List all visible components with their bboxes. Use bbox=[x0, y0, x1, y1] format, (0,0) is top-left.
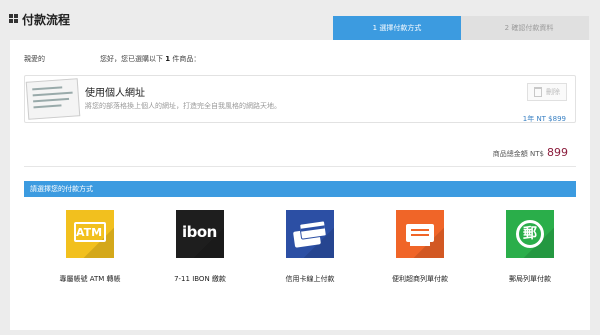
payment-method-credit-card[interactable]: 信用卡線上付款 bbox=[264, 210, 354, 300]
post-office-icon[interactable]: 郵 bbox=[506, 210, 554, 258]
payment-method-label[interactable]: 7-11 IBON 繳款 bbox=[154, 274, 246, 284]
remove-label: 刪除 bbox=[546, 88, 560, 96]
total-label: 商品總金額 NT$ bbox=[492, 150, 544, 158]
step-2-confirm-payment: 2 確認付款資料 bbox=[461, 16, 589, 40]
step-1-select-payment: 1 選擇付款方式 bbox=[333, 16, 473, 40]
printer-icon[interactable] bbox=[396, 210, 444, 258]
payment-method-ibon[interactable]: ibon 7-11 IBON 繳款 bbox=[154, 210, 244, 300]
greeting-name: 親愛的 bbox=[24, 55, 45, 63]
grid-icon bbox=[9, 14, 18, 23]
product-thumbnail bbox=[25, 78, 81, 120]
item-description: 將您的部落格換上個人的網址，打造完全自我風格的網路天地。 bbox=[85, 102, 281, 110]
total-amount: 899 bbox=[547, 146, 568, 159]
remove-button[interactable]: 刪除 bbox=[527, 83, 567, 101]
order-total: 商品總金額 NT$ 899 bbox=[493, 146, 568, 159]
payment-method-label[interactable]: 郵局列單付款 bbox=[484, 274, 576, 284]
payment-method-label[interactable]: 便利超商列單付款 bbox=[374, 274, 466, 284]
payment-method-convenience-store[interactable]: 便利超商列單付款 bbox=[374, 210, 464, 300]
atm-icon[interactable]: ATM bbox=[66, 210, 114, 258]
greeting-prefix: 您好，您已選購以下 bbox=[100, 55, 163, 63]
payment-section-header: 請選擇您的付款方式 bbox=[24, 181, 576, 197]
item-count: 1 bbox=[165, 55, 171, 63]
item-price: 1年 NT $899 bbox=[522, 115, 566, 123]
page-title: 付款流程 bbox=[22, 13, 71, 27]
payment-method-post-office[interactable]: 郵 郵局列單付款 bbox=[484, 210, 574, 300]
payment-methods: ATM 專屬帳號 ATM 轉帳 ibon 7-11 IBON 繳款 信用卡線上付… bbox=[24, 210, 576, 310]
credit-card-icon[interactable] bbox=[286, 210, 334, 258]
greeting-message: 您好，您已選購以下 1 件商品： bbox=[100, 54, 200, 64]
payment-method-atm[interactable]: ATM 專屬帳號 ATM 轉帳 bbox=[44, 210, 134, 300]
ibon-icon[interactable]: ibon bbox=[176, 210, 224, 258]
item-name: 使用個人網址 bbox=[85, 88, 145, 99]
divider bbox=[24, 166, 576, 167]
cart-item: 使用個人網址 將您的部落格換上個人的網址，打造完全自我風格的網路天地。 刪除 bbox=[24, 75, 576, 123]
payment-method-label[interactable]: 專屬帳號 ATM 轉帳 bbox=[44, 274, 136, 284]
trash-icon bbox=[534, 87, 542, 97]
header: 付款流程 1 選擇付款方式 2 確認付款資料 bbox=[0, 0, 600, 42]
greeting-suffix: 件商品： bbox=[172, 55, 201, 63]
payment-method-label[interactable]: 信用卡線上付款 bbox=[264, 274, 356, 284]
order-panel: 親愛的 您好，您已選購以下 1 件商品： 使用個人網址 將您的部落格換上個人的網… bbox=[10, 40, 590, 330]
